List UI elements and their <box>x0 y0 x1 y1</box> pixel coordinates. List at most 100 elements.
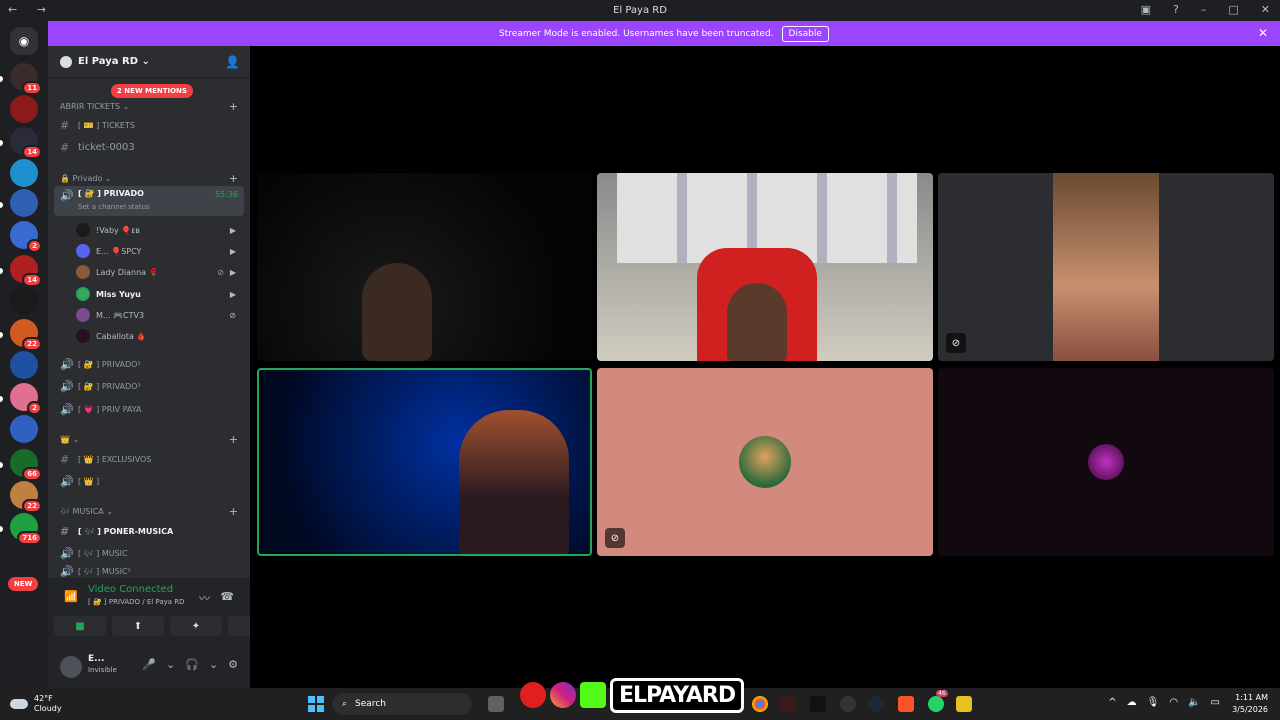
channel-music2[interactable]: 🔊 [ 🎶 ] MUSIC² <box>48 565 250 577</box>
add-channel-icon[interactable]: + <box>229 505 238 518</box>
brave-icon[interactable] <box>898 696 914 712</box>
activities-button[interactable]: ✦ <box>170 616 222 636</box>
video-tile[interactable]: ⊘ <box>938 173 1274 361</box>
shield-icon[interactable] <box>956 696 972 712</box>
channel-ticket-0003[interactable]: # ticket-0003 <box>48 137 250 157</box>
voice-user[interactable]: E... 🎈SPCY ▶ <box>76 241 244 261</box>
disable-button[interactable]: Disable <box>781 25 829 42</box>
server-icon[interactable]: 22 <box>10 319 42 351</box>
chevron-down-icon[interactable]: ⌄ <box>209 658 218 671</box>
server-icon[interactable] <box>10 351 38 379</box>
channel-crown-voice[interactable]: 🔊 [ 👑 ] <box>48 471 250 491</box>
taskbar-search[interactable]: ⌕ Search <box>332 693 472 715</box>
channel-music[interactable]: 🔊 [ 🎶 ] MUSIC <box>48 543 250 563</box>
inbox-icon[interactable]: ▣ <box>1141 3 1151 16</box>
unread-indicator <box>0 462 3 468</box>
battery-icon[interactable]: ▭ <box>1211 697 1220 708</box>
channel-privado-active[interactable]: 🔊 [ 🔐 ] PRIVADO 55:36 Set a channel stat… <box>54 186 244 216</box>
mention-badge: 14 <box>22 145 42 159</box>
close-button[interactable]: ✕ <box>1261 3 1270 16</box>
camera-button[interactable]: ■ <box>54 616 106 636</box>
chrome-icon[interactable] <box>752 696 768 712</box>
server-icon[interactable]: 716 <box>10 513 42 545</box>
channel-tickets[interactable]: # [ 🎫 ] TICKETS <box>48 115 250 135</box>
avatar <box>739 436 791 488</box>
category-label: Privado <box>72 173 103 183</box>
headphones-icon[interactable]: 🎧 <box>185 658 199 671</box>
channel-privado2[interactable]: 🔊 [ 🔐 ] PRIVADO² <box>48 354 250 374</box>
channel-priv-paya[interactable]: 🔊 [ 💗 ] PRIV PAYA <box>48 399 250 419</box>
signal-icon[interactable]: 📶 <box>64 590 78 603</box>
voice-user[interactable]: !Vaby 🎈ᴇʙ ▶ <box>76 220 244 240</box>
discord-home-icon[interactable]: ◉ <box>10 27 38 55</box>
text-channel-icon: # <box>60 452 70 466</box>
server-icon[interactable]: 14 <box>10 127 42 159</box>
weather-widget[interactable]: 42°F Cloudy <box>10 694 62 714</box>
server-icon[interactable] <box>10 287 38 315</box>
server-icon[interactable]: 22 <box>10 481 42 513</box>
new-unreads-badge[interactable]: NEW <box>8 577 39 591</box>
video-tile[interactable] <box>597 173 933 361</box>
user-name[interactable]: E... <box>88 654 104 664</box>
category-musica[interactable]: 🎶 MUSICA ⌄ + <box>48 501 250 521</box>
voice-user[interactable]: Caballota 🩸 <box>76 326 244 346</box>
channel-privado3[interactable]: 🔊 [ 🔐 ] PRIVADO³ <box>48 376 250 396</box>
muted-icon: ⊘ <box>946 333 966 353</box>
server-icon[interactable] <box>10 189 38 217</box>
minimize-button[interactable]: – <box>1201 3 1207 16</box>
channel-exclusivos[interactable]: # [ 👑 ] EXCLUSIVOS <box>48 449 250 469</box>
capcut-icon[interactable] <box>810 696 826 712</box>
volume-icon[interactable]: 🔈 <box>1188 697 1200 708</box>
windows-start-icon[interactable] <box>308 696 324 712</box>
app-icon[interactable] <box>840 696 856 712</box>
maximize-button[interactable]: □ <box>1228 3 1238 16</box>
onedrive-icon[interactable]: ☁ <box>1127 697 1137 708</box>
gear-icon[interactable]: ⚙ <box>228 658 238 671</box>
server-icon[interactable] <box>10 415 38 443</box>
wifi-icon[interactable]: ◠ <box>1169 697 1178 708</box>
disconnect-icon[interactable]: ☎ <box>220 590 234 603</box>
screen-share-button[interactable]: ⬆ <box>112 616 164 636</box>
voice-user[interactable]: Miss Yuyu ▶ <box>76 284 244 304</box>
add-channel-icon[interactable]: + <box>229 172 238 185</box>
close-icon[interactable]: ✕ <box>1258 26 1268 40</box>
channel-poner-musica[interactable]: # [ 🎶 ] PONER-MUSICA <box>48 521 250 541</box>
category-tickets[interactable]: ABRIR TICKETS ⌄ + <box>48 96 250 116</box>
video-tile[interactable] <box>257 368 592 556</box>
chevron-up-icon[interactable]: ^ <box>1108 697 1116 708</box>
server-icon[interactable]: 2 <box>10 221 42 253</box>
add-member-icon[interactable]: 👤 <box>225 55 240 69</box>
microphone-icon[interactable]: 🎤 <box>142 658 156 671</box>
category-crown[interactable]: 👑 ⌄ + <box>48 429 250 449</box>
microphone-icon[interactable]: 🎙 <box>1147 697 1160 708</box>
server-icon[interactable]: 14 <box>10 255 42 287</box>
video-tile[interactable] <box>938 368 1274 556</box>
video-tile[interactable]: ⊘ <box>597 368 933 556</box>
server-icon[interactable]: 66 <box>10 449 42 481</box>
guild-header[interactable]: El Paya RD ⌄ 👤 <box>48 46 250 78</box>
add-channel-icon[interactable]: + <box>229 433 238 446</box>
voice-connected-label[interactable]: Video Connected <box>88 584 173 595</box>
server-icon[interactable]: 2 <box>10 383 42 415</box>
voice-channel-icon: 🔊 <box>60 546 74 560</box>
server-icon[interactable]: 11 <box>10 63 42 95</box>
steam-icon[interactable] <box>868 696 884 712</box>
noise-suppression-icon[interactable]: 〰 <box>199 590 210 606</box>
channel-status[interactable]: Set a channel status <box>78 203 150 211</box>
server-icon[interactable] <box>10 159 38 187</box>
server-icon[interactable] <box>10 95 38 123</box>
voice-user[interactable]: M... 🎮CTV3 ⊘ <box>76 305 244 325</box>
whatsapp-icon[interactable]: 46 <box>928 690 948 712</box>
avatar[interactable] <box>60 656 82 678</box>
help-icon[interactable]: ? <box>1173 3 1179 16</box>
channel-label: [ 👑 ] <box>78 476 100 486</box>
voice-user[interactable]: Lady Dianna 🌹 ⊘ ▶ <box>76 262 244 282</box>
task-view-icon[interactable] <box>488 696 504 712</box>
category-privado[interactable]: 🔒 Privado ⌄ + <box>48 168 250 188</box>
app-icon[interactable] <box>780 696 796 712</box>
voice-channel-path[interactable]: [ 🔐 ] PRIVADO / El Paya RD <box>88 598 185 606</box>
add-channel-icon[interactable]: + <box>229 100 238 113</box>
video-tile[interactable] <box>257 173 592 361</box>
system-clock[interactable]: 1:11 AM 3/5/2026 <box>1232 692 1268 716</box>
chevron-down-icon[interactable]: ⌄ <box>166 658 175 671</box>
